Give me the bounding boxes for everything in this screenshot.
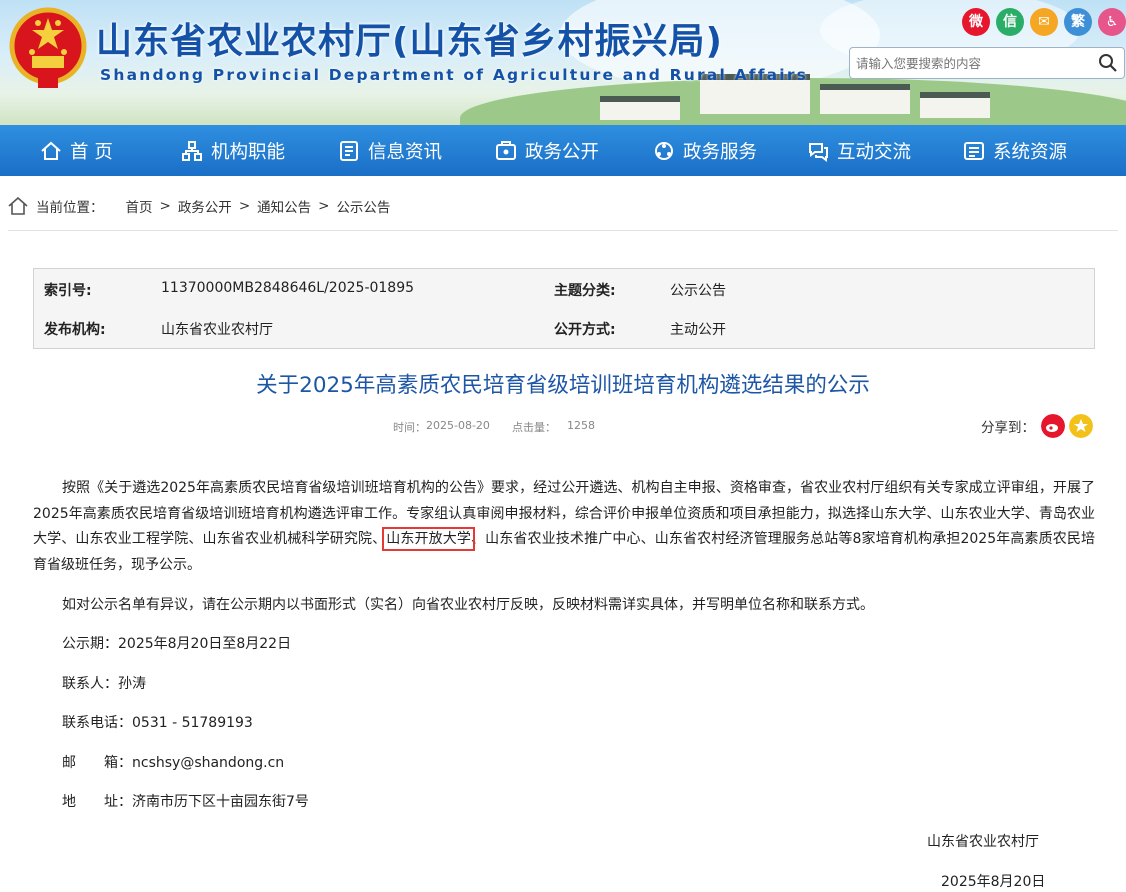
- nav-item-label: 政务公开: [525, 141, 600, 163]
- signature-date: 2025年8月20日: [941, 874, 1046, 890]
- weibo-share-icon[interactable]: [1041, 414, 1065, 438]
- search-box: [849, 47, 1125, 79]
- nav-item-label: 系统资源: [993, 141, 1068, 163]
- traditional-chinese-icon[interactable]: 繁: [1064, 8, 1092, 36]
- topic-value: 公示公告: [670, 283, 726, 299]
- paragraph: 按照《关于遴选2025年高素质农民培育省级培训班培育机构的公告》要求，经过公开遴…: [33, 476, 1095, 578]
- article-title: 关于2025年高素质农民培育省级培训班培育机构遴选结果的公示: [256, 373, 870, 398]
- index-value: 11370000MB2848646L/2025-01895: [161, 280, 415, 296]
- main-nav: 首 页 机构职能 信息资讯 政务公开 政务服务 互动交流 系统资源: [0, 125, 1126, 176]
- method-value: 主动公开: [670, 322, 726, 338]
- nav-item-label: 机构职能: [211, 141, 286, 163]
- home-icon: [8, 197, 28, 215]
- nav-item-label: 互动交流: [837, 141, 912, 163]
- nav-item-label: 首 页: [70, 141, 113, 163]
- clicks-label: 点击量：: [512, 421, 556, 434]
- breadcrumb-separator: >: [238, 198, 251, 214]
- org-icon: [182, 140, 202, 161]
- nav-item-home[interactable]: 首 页: [40, 125, 113, 176]
- news-icon: [340, 140, 358, 161]
- favorite-share-icon[interactable]: [1069, 414, 1093, 438]
- index-label: 索引号:: [44, 283, 92, 299]
- nav-item-org[interactable]: 机构职能: [181, 125, 285, 176]
- site-title: 山东省农业农村厅(山东省乡村振兴局): [96, 21, 723, 62]
- method-label: 公开方式:: [554, 322, 616, 338]
- nav-item-label: 政务服务: [683, 141, 758, 163]
- breadcrumb-separator: >: [159, 198, 171, 214]
- nav-item-service[interactable]: 政务服务: [653, 125, 757, 176]
- open-government-icon: [496, 140, 516, 160]
- home-icon: [41, 141, 61, 160]
- share-label: 分享到：: [981, 420, 1035, 436]
- address-line: 地 址：济南市历下区十亩园东街7号: [62, 794, 309, 810]
- divider: [8, 230, 1118, 231]
- national-emblem-icon: [9, 7, 87, 88]
- clicks-value: 1258: [567, 419, 595, 432]
- email-line: 邮 箱：ncshsy@shandong.cn: [62, 755, 285, 771]
- breadcrumb-link-announcements[interactable]: 公示公告: [336, 196, 390, 216]
- breadcrumb-link-notices[interactable]: 通知公告: [257, 196, 311, 216]
- search-icon[interactable]: [1098, 53, 1118, 73]
- accessibility-icon[interactable]: ♿: [1098, 8, 1126, 36]
- header-building: [600, 96, 680, 120]
- header-building: [820, 84, 910, 114]
- breadcrumb-prefix: 当前位置：: [36, 200, 104, 216]
- breadcrumb-link-home[interactable]: 首页: [126, 196, 153, 216]
- site-subtitle: Shandong Provincial Department of Agricu…: [100, 66, 809, 84]
- phone-line: 联系电话：0531 - 51789193: [62, 715, 253, 731]
- search-input[interactable]: [850, 48, 1088, 78]
- nav-item-system[interactable]: 系统资源: [963, 125, 1067, 176]
- nav-item-interaction[interactable]: 互动交流: [807, 125, 911, 176]
- mail-icon[interactable]: ✉: [1030, 8, 1058, 36]
- period-line: 公示期：2025年8月20日至8月22日: [62, 636, 292, 652]
- nav-item-open-government[interactable]: 政务公开: [495, 125, 599, 176]
- breadcrumb-link-open-government[interactable]: 政务公开: [178, 196, 232, 216]
- breadcrumb-separator: >: [318, 198, 330, 214]
- time-value: 2025-08-20: [426, 419, 490, 432]
- interaction-icon: [809, 142, 828, 162]
- weibo-icon[interactable]: 微: [962, 8, 990, 36]
- site-header: 山东省农业农村厅(山东省乡村振兴局) Shandong Provincial D…: [0, 0, 1126, 125]
- highlighted-text: 山东开放大学: [382, 527, 476, 551]
- top-share-icons: 微 信 ✉ 繁 ♿: [962, 8, 1126, 36]
- breadcrumb: 当前位置： 首页 > 政务公开 > 通知公告 > 公示公告: [8, 196, 390, 216]
- service-icon: [655, 141, 673, 160]
- publisher-label: 发布机构:: [44, 322, 106, 338]
- header-building: [920, 92, 990, 118]
- publisher-value: 山东省农业农村厅: [161, 322, 273, 338]
- nav-item-news[interactable]: 信息资讯: [338, 125, 442, 176]
- topic-label: 主题分类:: [554, 283, 616, 299]
- document-info-table: 索引号: 11370000MB2848646L/2025-01895 主题分类:…: [33, 268, 1095, 349]
- article-body: 按照《关于遴选2025年高素质农民培育省级培训班培育机构的公告》要求，经过公开遴…: [33, 476, 1095, 578]
- paragraph: 如对公示名单有异议，请在公示期内以书面形式（实名）向省农业农村厅反映，反映材料需…: [62, 597, 874, 613]
- wechat-icon[interactable]: 信: [996, 8, 1024, 36]
- system-icon: [964, 141, 984, 160]
- contact-line: 联系人：孙涛: [62, 676, 146, 692]
- time-label: 时间：: [393, 421, 426, 434]
- nav-item-label: 信息资讯: [368, 141, 443, 163]
- signature-org: 山东省农业农村厅: [927, 834, 1039, 850]
